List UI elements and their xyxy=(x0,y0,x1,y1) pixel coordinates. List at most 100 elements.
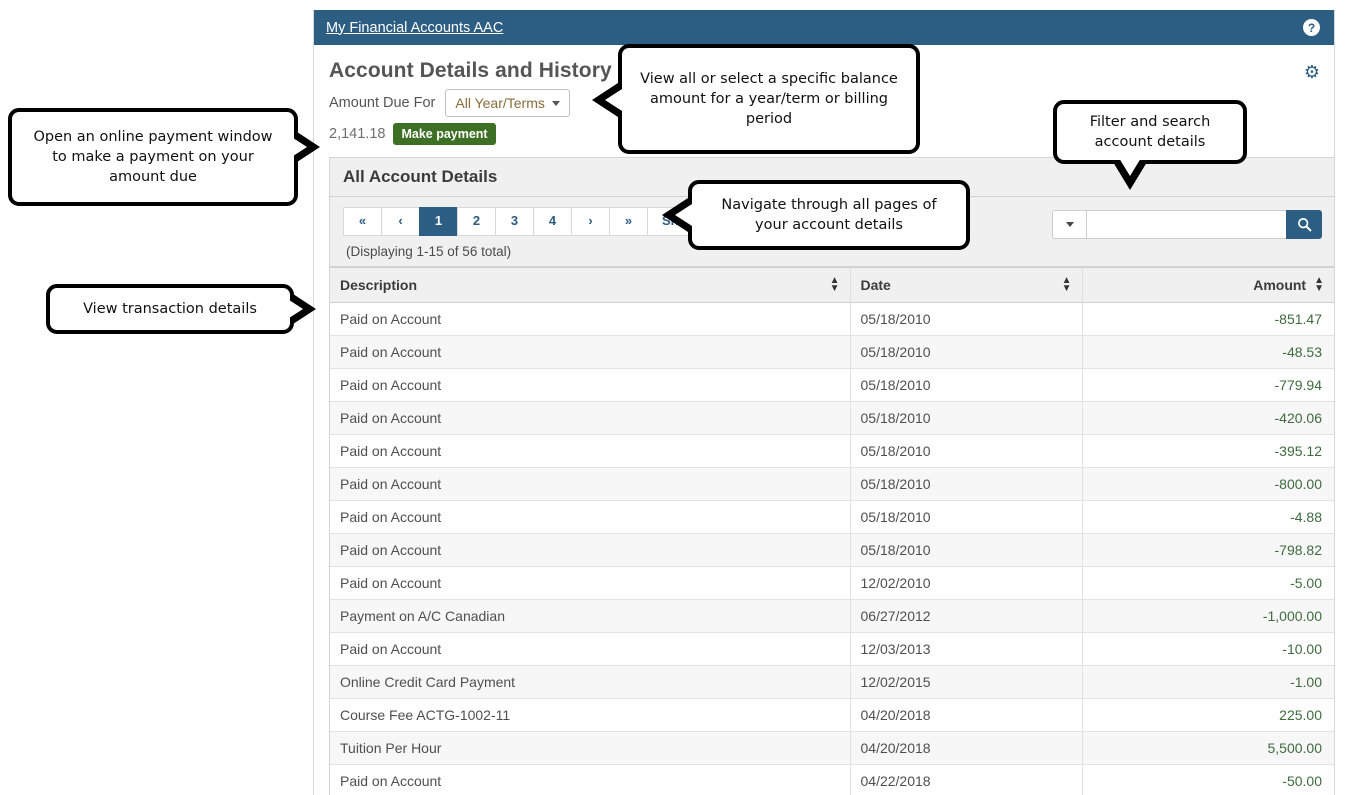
cell-date: 05/18/2010 xyxy=(850,434,1083,468)
callout-navigate-pages-tail xyxy=(662,198,692,232)
table-row[interactable]: Paid on Account 05/18/2010 -779.94 xyxy=(330,368,1334,402)
table-row[interactable]: Paid on Account 05/18/2010 -798.82 xyxy=(330,533,1334,567)
table-row[interactable]: Paid on Account 12/02/2010 -5.00 xyxy=(330,566,1334,600)
cell-date: 05/18/2010 xyxy=(850,500,1083,534)
table-row[interactable]: Paid on Account 05/18/2010 -4.88 xyxy=(330,500,1334,534)
cell-amount: -851.47 xyxy=(1082,302,1334,336)
callout-filter-search: Filter and search account details xyxy=(1053,100,1247,164)
sort-updown-icon[interactable]: ▲ ▼ xyxy=(1062,275,1072,293)
table-header-row: Description ▲ ▼ Date ▲ ▼ Amount ▲ ▼ xyxy=(330,266,1334,303)
cell-amount: -4.88 xyxy=(1082,500,1334,534)
search-input[interactable] xyxy=(1086,210,1286,239)
cell-amount: -395.12 xyxy=(1082,434,1334,468)
cell-date: 04/20/2018 xyxy=(850,731,1083,765)
amount-due-value: 2,141.18 xyxy=(329,126,386,142)
all-account-details-card: All Account Details «‹1234›»Show All (Di… xyxy=(329,157,1334,795)
cell-date: 12/02/2015 xyxy=(850,665,1083,699)
page-2[interactable]: 2 xyxy=(457,207,495,236)
search-icon xyxy=(1297,218,1311,232)
cell-amount: -10.00 xyxy=(1082,632,1334,666)
gear-icon[interactable]: ⚙ xyxy=(1304,63,1320,81)
cell-description: Paid on Account xyxy=(330,335,851,369)
page-prev[interactable]: ‹ xyxy=(381,207,419,236)
cell-description: Paid on Account xyxy=(330,500,851,534)
table-row[interactable]: Paid on Account 04/22/2018 -50.00 xyxy=(330,764,1334,795)
table-body: Paid on Account 05/18/2010 -851.47 Paid on … xyxy=(330,302,1334,795)
cell-amount: -800.00 xyxy=(1082,467,1334,501)
chevron-down-icon xyxy=(551,100,560,106)
callout-navigate-pages: Navigate through all pages of your accou… xyxy=(688,180,970,250)
cell-description: Paid on Account xyxy=(330,467,851,501)
cell-description: Paid on Account xyxy=(330,533,851,567)
cell-description: Paid on Account xyxy=(330,566,851,600)
table-row[interactable]: Paid on Account 05/18/2010 -851.47 xyxy=(330,302,1334,336)
callout-term-selector: View all or select a specific balance am… xyxy=(618,44,920,154)
chevron-down-icon xyxy=(1065,222,1074,227)
cell-amount: -1.00 xyxy=(1082,665,1334,699)
cell-date: 05/18/2010 xyxy=(850,467,1083,501)
cell-amount: -5.00 xyxy=(1082,566,1334,600)
table-row[interactable]: Course Fee ACTG-1002-11 04/20/2018 225.00 xyxy=(330,698,1334,732)
cell-description: Online Credit Card Payment xyxy=(330,665,851,699)
column-header-date[interactable]: Date ▲ ▼ xyxy=(850,266,1083,303)
callout-filter-search-tail xyxy=(1113,158,1147,190)
callout-term-selector-tail xyxy=(592,83,622,117)
page-first[interactable]: « xyxy=(343,207,381,236)
cell-date: 05/18/2010 xyxy=(850,401,1083,435)
page-1[interactable]: 1 xyxy=(419,207,457,236)
cell-description: Paid on Account xyxy=(330,764,851,795)
table-row[interactable]: Payment on A/C Canadian 06/27/2012 -1,000.… xyxy=(330,599,1334,633)
cell-date: 05/18/2010 xyxy=(850,368,1083,402)
cell-amount: 225.00 xyxy=(1082,698,1334,732)
search-button[interactable] xyxy=(1286,210,1322,239)
table-row[interactable]: Online Credit Card Payment 12/02/2015 -1.0… xyxy=(330,665,1334,699)
page-next[interactable]: › xyxy=(571,207,609,236)
callout-make-payment-tail xyxy=(290,130,320,164)
term-select-dropdown[interactable]: All Year/Terms xyxy=(445,89,570,117)
table-row[interactable]: Paid on Account 12/03/2013 -10.00 xyxy=(330,632,1334,666)
cell-amount: -50.00 xyxy=(1082,764,1334,795)
cell-amount: -420.06 xyxy=(1082,401,1334,435)
cell-description: Course Fee ACTG-1002-11 xyxy=(330,698,851,732)
search-group xyxy=(1052,210,1322,239)
cell-date: 04/20/2018 xyxy=(850,698,1083,732)
app-header-bar: My Financial Accounts AAC ? xyxy=(314,10,1334,45)
filter-dropdown-button[interactable] xyxy=(1052,210,1086,239)
cell-date: 05/18/2010 xyxy=(850,533,1083,567)
app-title-link[interactable]: My Financial Accounts AAC xyxy=(326,20,1303,36)
question-circle-icon[interactable]: ? xyxy=(1303,19,1320,36)
table-row[interactable]: Paid on Account 05/18/2010 -48.53 xyxy=(330,335,1334,369)
cell-description: Paid on Account xyxy=(330,434,851,468)
table-row[interactable]: Paid on Account 05/18/2010 -800.00 xyxy=(330,467,1334,501)
cell-description: Paid on Account xyxy=(330,401,851,435)
account-details-table: Description ▲ ▼ Date ▲ ▼ Amount ▲ ▼ Paid… xyxy=(330,266,1334,795)
cell-amount: -798.82 xyxy=(1082,533,1334,567)
sort-updown-icon[interactable]: ▲ ▼ xyxy=(1314,275,1324,293)
cell-description: Tuition Per Hour xyxy=(330,731,851,765)
sort-updown-icon[interactable]: ▲ ▼ xyxy=(830,275,840,293)
amount-due-label: Amount Due For xyxy=(329,95,436,111)
cell-amount: 5,500.00 xyxy=(1082,731,1334,765)
cell-date: 05/18/2010 xyxy=(850,302,1083,336)
table-row[interactable]: Tuition Per Hour 04/20/2018 5,500.00 xyxy=(330,731,1334,765)
page-last[interactable]: » xyxy=(609,207,647,236)
cell-date: 04/22/2018 xyxy=(850,764,1083,795)
column-header-amount[interactable]: Amount ▲ ▼ xyxy=(1082,266,1334,303)
cell-description: Paid on Account xyxy=(330,368,851,402)
page-3[interactable]: 3 xyxy=(495,207,533,236)
cell-amount: -779.94 xyxy=(1082,368,1334,402)
page-4[interactable]: 4 xyxy=(533,207,571,236)
column-label: Amount xyxy=(1253,276,1307,293)
cell-date: 12/02/2010 xyxy=(850,566,1083,600)
cell-description: Paid on Account xyxy=(330,632,851,666)
term-select-value: All Year/Terms xyxy=(455,95,545,111)
make-payment-button[interactable]: Make payment xyxy=(393,123,496,145)
cell-amount: -48.53 xyxy=(1082,335,1334,369)
column-header-description[interactable]: Description ▲ ▼ xyxy=(330,266,851,303)
column-label: Date xyxy=(860,276,891,293)
cell-description: Paid on Account xyxy=(330,302,851,336)
table-row[interactable]: Paid on Account 05/18/2010 -395.12 xyxy=(330,434,1334,468)
table-row[interactable]: Paid on Account 05/18/2010 -420.06 xyxy=(330,401,1334,435)
cell-date: 05/18/2010 xyxy=(850,335,1083,369)
callout-view-transaction-details: View transaction details xyxy=(46,284,294,334)
